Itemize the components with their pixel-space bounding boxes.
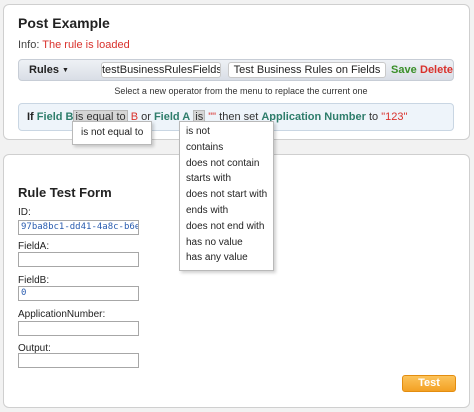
fielda-field[interactable]: [18, 252, 139, 267]
fieldb-field[interactable]: 0: [18, 286, 139, 301]
fielda-label: FieldA:: [18, 241, 50, 252]
info-label: Info:: [18, 39, 40, 51]
info-message: The rule is loaded: [42, 39, 130, 51]
delete-button[interactable]: Delete: [420, 60, 453, 80]
menu-item-has-no-value[interactable]: has no value: [186, 235, 273, 251]
test-button[interactable]: Test: [402, 375, 456, 392]
page-title: Post Example: [18, 15, 110, 31]
output-field[interactable]: [18, 353, 139, 368]
save-button[interactable]: Save: [391, 60, 417, 80]
menu-item-ends-with[interactable]: ends with: [186, 203, 273, 219]
rule-name-input[interactable]: [101, 62, 221, 78]
menu-item-has-any-value[interactable]: has any value: [186, 250, 273, 266]
appnum-label: ApplicationNumber:: [18, 309, 106, 320]
rules-menu-button[interactable]: Rules ▼: [19, 60, 85, 80]
rule-description-input[interactable]: [228, 62, 386, 78]
fieldb-label: FieldB:: [18, 275, 50, 286]
rule-if-keyword: If: [27, 111, 34, 123]
operator-menu-b: is not equal to: [72, 121, 152, 145]
rule-to-keyword: to: [368, 111, 379, 123]
id-label: ID:: [18, 207, 31, 218]
menu-item-contains[interactable]: contains: [186, 140, 273, 156]
info-line: Info: The rule is loaded: [18, 39, 130, 51]
appnum-field[interactable]: [18, 321, 139, 336]
id-field[interactable]: 97ba8bc1-dd41-4a8c-b6e: [18, 220, 139, 235]
rule-editor-panel: Post Example Info: The rule is loaded Ru…: [3, 4, 470, 140]
rule-target-value[interactable]: "123": [381, 111, 407, 123]
rules-menu-label: Rules: [29, 64, 59, 76]
operator-menu-a: is not contains does not contain starts …: [179, 121, 274, 272]
menu-item-starts-with[interactable]: starts with: [186, 171, 273, 187]
operator-hint: Select a new operator from the menu to r…: [114, 86, 368, 96]
rule-field-b[interactable]: Field B: [37, 111, 74, 123]
rule-toolbar: Rules▼ Save Delete: [18, 59, 454, 81]
rule-target-field[interactable]: Application Number: [261, 111, 366, 123]
menu-item-is-not-equal-to[interactable]: is not equal to: [81, 125, 151, 141]
menu-item-is-not[interactable]: is not: [186, 124, 273, 140]
menu-item-does-not-start-with[interactable]: does not start with: [186, 187, 273, 203]
menu-item-does-not-contain[interactable]: does not contain: [186, 156, 273, 172]
caret-down-icon: ▼: [61, 67, 69, 74]
menu-item-does-not-end-with[interactable]: does not end with: [186, 219, 273, 235]
form-title: Rule Test Form: [18, 185, 112, 200]
